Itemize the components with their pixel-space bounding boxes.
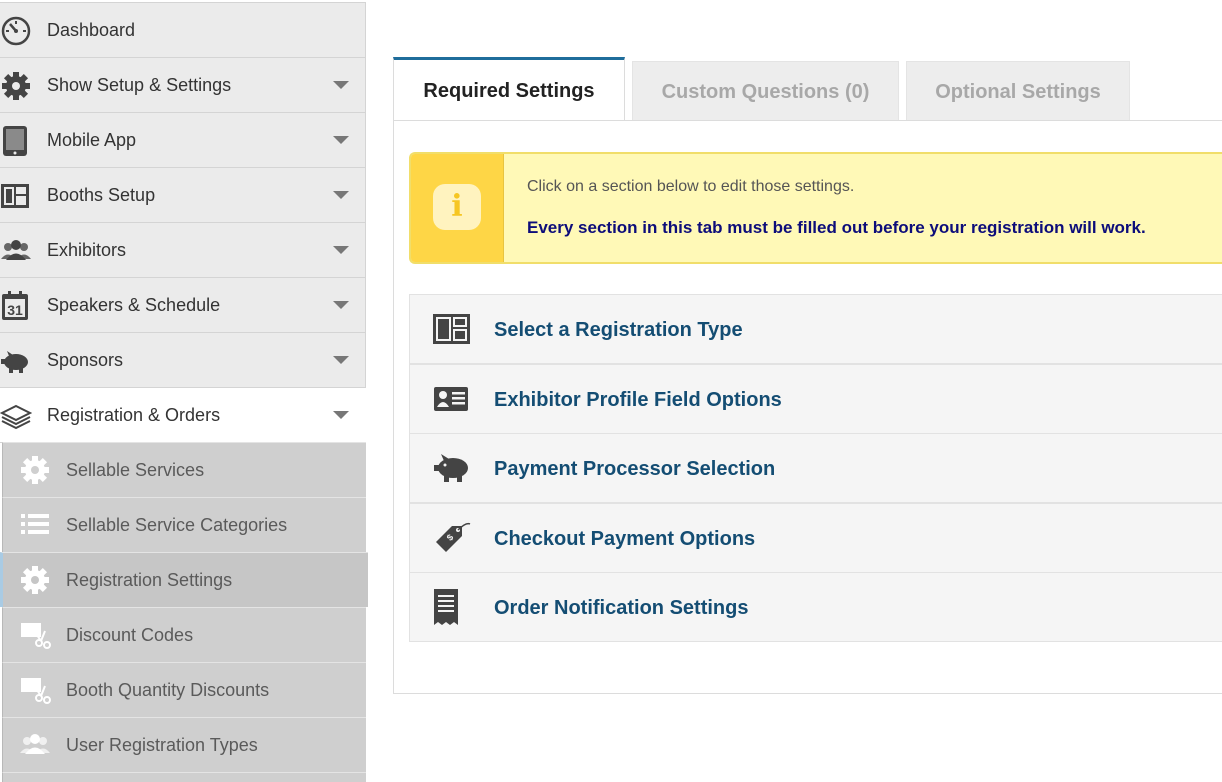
- section-label: Exhibitor Profile Field Options: [494, 389, 782, 411]
- section-label: Checkout Payment Options: [494, 528, 756, 550]
- sidebar-subitem-label: Sellable Service Categories: [66, 515, 288, 535]
- chevron-down-icon[interactable]: [333, 356, 349, 364]
- sidebar-subitem-user-registration-types[interactable]: User Registration Types: [2, 717, 366, 772]
- chevron-down-icon[interactable]: [333, 246, 349, 254]
- sidebar-item-registration-orders[interactable]: Registration & Orders: [0, 387, 365, 443]
- section-exhibitor-profile-field-options[interactable]: Exhibitor Profile Field Options: [409, 364, 1222, 434]
- sidebar-item-label: Show Setup & Settings: [47, 75, 232, 95]
- users-icon: [1, 240, 31, 260]
- tab-optional-settings[interactable]: Optional Settings: [906, 61, 1130, 121]
- sidebar-subitem-registration-settings[interactable]: Registration Settings: [0, 552, 368, 607]
- sidebar-subitem-label: Registration Settings: [66, 570, 233, 590]
- tab-required-settings[interactable]: Required Settings: [393, 57, 625, 122]
- info-callout: i Click on a section below to edit those…: [409, 152, 1222, 264]
- gear-icon: [21, 456, 49, 484]
- coupon-scissors-icon: [21, 678, 51, 704]
- info-message: Click on a section below to edit those s…: [527, 178, 855, 195]
- gear-icon: [21, 566, 49, 594]
- section-payment-processor-selection[interactable]: Payment Processor Selection: [409, 433, 1222, 503]
- sidebar-item-label: Sponsors: [47, 350, 124, 370]
- receipt-icon: [434, 589, 458, 625]
- sidebar-subitem-label: User Registration Types: [66, 735, 258, 755]
- sidebar-item-label: Mobile App: [47, 130, 137, 150]
- sidebar-item-sponsors[interactable]: Sponsors: [0, 332, 366, 388]
- section-label: Order Notification Settings: [494, 597, 749, 619]
- chevron-down-icon[interactable]: [333, 191, 349, 199]
- chevron-down-icon[interactable]: [333, 136, 349, 144]
- price-tag-icon: $: [436, 522, 471, 552]
- tab-custom-questions[interactable]: Custom Questions (0): [632, 61, 899, 121]
- sidebar-subitem-label: Discount Codes: [66, 625, 194, 645]
- layout-icon: [1, 184, 29, 208]
- sidebar: Dashboard Show Setup & Settings Mobile A…: [0, 0, 368, 782]
- sidebar-item-mobile-app[interactable]: Mobile App: [0, 112, 366, 168]
- sidebar-item-exhibitors[interactable]: Exhibitors: [0, 222, 366, 278]
- calendar-icon: 31: [2, 291, 28, 320]
- chevron-down-icon[interactable]: [333, 301, 349, 309]
- sidebar-item-dashboard[interactable]: Dashboard: [0, 2, 366, 58]
- sidebar-subitem-sellable-service-categories[interactable]: Sellable Service Categories: [2, 497, 366, 552]
- coupon-scissors-icon: [21, 623, 51, 649]
- chevron-down-icon[interactable]: [333, 81, 349, 89]
- piggy-bank-icon: [1, 351, 28, 373]
- layers-icon: [0, 404, 32, 430]
- sidebar-subitem-label: Sellable Services: [66, 460, 205, 480]
- sidebar-item-show-setup[interactable]: Show Setup & Settings: [0, 57, 366, 113]
- sidebar-item-label: Dashboard: [47, 20, 136, 40]
- calendar-day-text: 31: [7, 302, 23, 318]
- section-select-registration-type[interactable]: Select a Registration Type: [409, 294, 1222, 364]
- list-icon: [21, 514, 49, 534]
- gear-icon: [2, 72, 30, 100]
- dashboard-icon: [1, 16, 31, 46]
- info-icon: i: [433, 184, 481, 230]
- sidebar-subitem-booth-quantity-discounts[interactable]: Booth Quantity Discounts: [2, 662, 366, 717]
- tablet-icon: [3, 126, 27, 156]
- sidebar-item-speakers-schedule[interactable]: 31 Speakers & Schedule: [0, 277, 366, 333]
- piggy-bank-icon: [434, 454, 468, 482]
- sidebar-item-booths-setup[interactable]: Booths Setup: [0, 167, 366, 223]
- id-card-icon: [434, 387, 468, 411]
- sidebar-item-label: Registration & Orders: [47, 405, 221, 425]
- info-icon-glyph: i: [451, 189, 463, 224]
- info-warning: Every section in this tab must be filled…: [527, 218, 1146, 237]
- info-callout-side: i: [411, 154, 504, 262]
- section-label: Payment Processor Selection: [494, 458, 776, 480]
- sidebar-subitem-label: Booth Quantity Discounts: [66, 680, 270, 700]
- chevron-down-icon[interactable]: [333, 411, 349, 419]
- sidebar-item-label: Booths Setup: [47, 185, 156, 205]
- sidebar-subitem-sellable-services[interactable]: Sellable Services: [2, 442, 366, 497]
- layout-icon: [433, 314, 470, 344]
- section-checkout-payment-options[interactable]: $ Checkout Payment Options: [409, 503, 1222, 573]
- sidebar-item-label: Speakers & Schedule: [47, 295, 221, 315]
- users-icon: [20, 734, 50, 754]
- sidebar-subitem-discount-codes[interactable]: Discount Codes: [2, 607, 366, 662]
- sidebar-item-label: Exhibitors: [47, 240, 127, 260]
- section-label: Select a Registration Type: [494, 319, 743, 341]
- section-order-notification-settings[interactable]: Order Notification Settings: [409, 572, 1222, 642]
